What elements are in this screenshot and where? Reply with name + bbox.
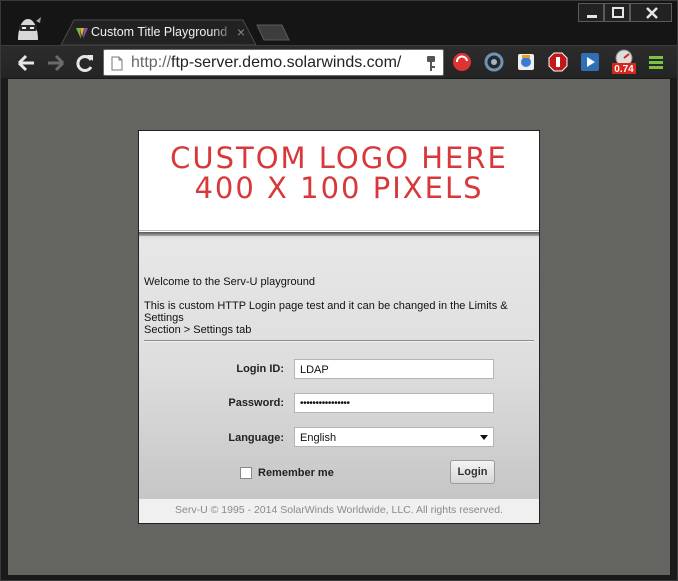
back-icon[interactable] [15, 52, 37, 74]
address-bar[interactable]: http://ftp-server.demo.solarwinds.com/ [103, 49, 444, 76]
minimize-button[interactable] [578, 3, 604, 22]
url-protocol: http:// [131, 54, 172, 71]
login-form: Welcome to the Serv-U playground This is… [139, 232, 539, 498]
tab-active[interactable]: Custom Title Playground | Serv-U × [61, 19, 256, 45]
url-host: ftp-server.demo.solarwinds.com/ [171, 54, 402, 71]
browser-window: Custom Title Playground | Serv-U × [0, 0, 678, 581]
chevron-down-icon [480, 435, 488, 440]
serv-u-favicon-icon [76, 28, 88, 39]
page-icon [111, 56, 123, 71]
url-text: http://ftp-server.demo.solarwinds.com/ [131, 54, 401, 72]
close-icon [646, 7, 658, 19]
reload-icon[interactable] [74, 52, 96, 74]
divider [144, 340, 534, 341]
forward-icon[interactable] [45, 52, 67, 74]
title-bar: Custom Title Playground | Serv-U × [1, 1, 677, 45]
extension-icon[interactable] [516, 52, 536, 72]
maximize-button[interactable] [604, 3, 630, 22]
copyright-footer: Serv-U © 1995 - 2014 SolarWinds Worldwid… [139, 498, 539, 523]
tab-title: Custom Title Playground | Serv-U [91, 25, 231, 39]
info-text-line-3: Section > Settings tab [144, 324, 252, 336]
browser-toolbar: http://ftp-server.demo.solarwinds.com/ 0… [1, 45, 677, 78]
login-id-input[interactable]: LDAP [294, 359, 494, 379]
language-label: Language: [228, 432, 284, 444]
language-select[interactable]: English [294, 427, 494, 447]
info-text-line-1: This is custom HTTP Login page test and … [144, 300, 508, 312]
ninja-avatar-icon[interactable] [14, 14, 42, 42]
key-icon[interactable] [424, 55, 438, 72]
minimize-icon [587, 15, 597, 18]
logo-area: CUSTOM LOGO HERE 400 X 100 PIXELS [139, 131, 539, 231]
logo-line-2: 400 X 100 PIXELS [194, 171, 484, 205]
welcome-text: Welcome to the Serv-U playground [144, 276, 315, 288]
speedometer-icon: 0.74 [612, 49, 636, 75]
remember-me-checkbox[interactable] [240, 467, 252, 479]
play-icon[interactable] [580, 52, 600, 72]
custom-logo: CUSTOM LOGO HERE 400 X 100 PIXELS [139, 143, 539, 203]
tab-close-icon[interactable]: × [234, 23, 248, 41]
language-selected-value: English [300, 432, 337, 444]
lastpass-icon[interactable] [452, 52, 472, 72]
login-panel: CUSTOM LOGO HERE 400 X 100 PIXELS Welcom… [138, 130, 540, 524]
page-viewport: CUSTOM LOGO HERE 400 X 100 PIXELS Welcom… [8, 79, 670, 575]
password-label: Password: [228, 397, 284, 409]
menu-icon[interactable] [646, 52, 666, 72]
remember-me-label: Remember me [258, 467, 334, 479]
login-id-label: Login ID: [236, 363, 284, 375]
speedometer-button[interactable]: 0.74 [611, 48, 637, 75]
speedometer-badge: 0.74 [614, 64, 634, 74]
info-text-line-2: Settings [144, 312, 184, 324]
sync-icon[interactable] [484, 52, 504, 72]
logo-line-1: CUSTOM LOGO HERE [170, 141, 508, 175]
adblock-icon[interactable] [548, 52, 568, 72]
password-input[interactable]: •••••••••••••••• [294, 393, 494, 413]
close-window-button[interactable] [630, 3, 672, 22]
header-separator [139, 232, 539, 236]
maximize-icon [612, 7, 624, 18]
login-button[interactable]: Login [450, 460, 495, 484]
new-tab-button[interactable] [256, 24, 290, 41]
